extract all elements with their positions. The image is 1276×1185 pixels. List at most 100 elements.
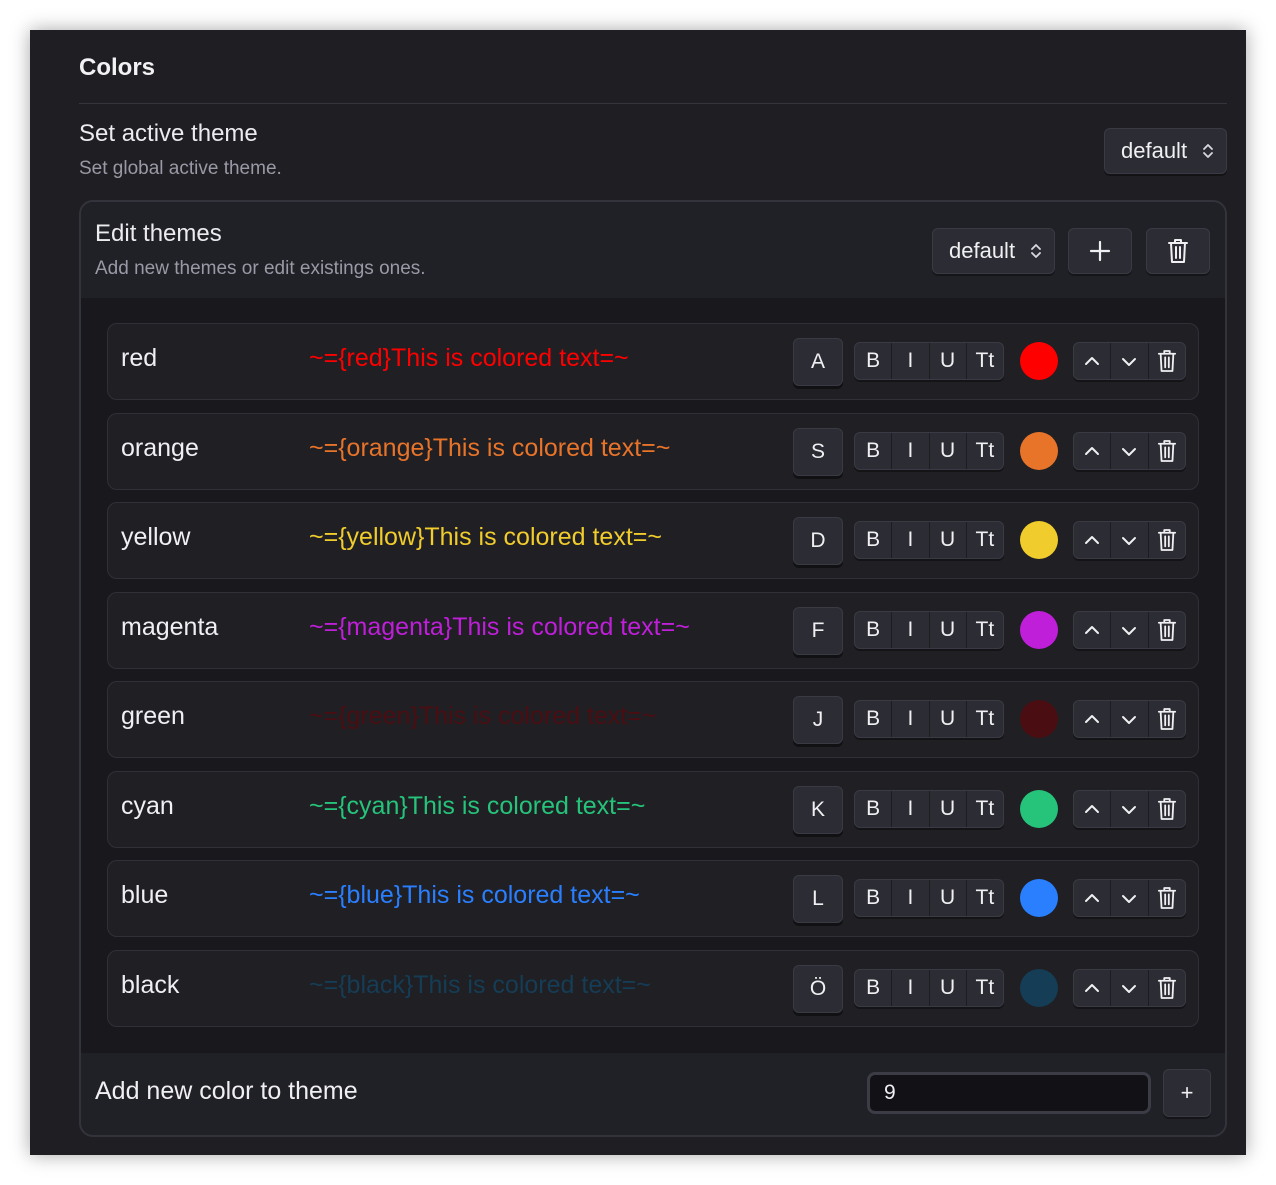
divider bbox=[79, 103, 1227, 104]
color-swatch[interactable] bbox=[1020, 432, 1058, 470]
italic-toggle[interactable]: I bbox=[892, 343, 930, 379]
underline-toggle[interactable]: U bbox=[930, 701, 967, 737]
bold-toggle[interactable]: B bbox=[855, 612, 893, 648]
color-sample-text: ~={orange}This is colored text=~ bbox=[309, 434, 671, 462]
underline-toggle[interactable]: U bbox=[930, 880, 967, 916]
color-swatch[interactable] bbox=[1020, 342, 1058, 380]
move-up-button[interactable] bbox=[1074, 701, 1112, 737]
move-up-button[interactable] bbox=[1074, 791, 1112, 827]
delete-color-button[interactable] bbox=[1149, 433, 1185, 469]
underline-toggle[interactable]: U bbox=[930, 970, 967, 1006]
edit-theme-select[interactable]: default bbox=[932, 228, 1055, 274]
move-down-button[interactable] bbox=[1111, 701, 1149, 737]
delete-color-button[interactable] bbox=[1149, 880, 1185, 916]
bold-toggle[interactable]: B bbox=[855, 522, 893, 558]
shortcut-key-button[interactable]: Ö bbox=[793, 965, 843, 1013]
text-size-toggle[interactable]: Tt bbox=[967, 970, 1003, 1006]
move-down-button[interactable] bbox=[1111, 880, 1149, 916]
bold-toggle[interactable]: B bbox=[855, 343, 893, 379]
shortcut-key-button[interactable]: L bbox=[793, 875, 843, 923]
bold-toggle[interactable]: B bbox=[855, 791, 893, 827]
move-up-button[interactable] bbox=[1074, 433, 1112, 469]
text-size-toggle[interactable]: Tt bbox=[967, 522, 1003, 558]
underline-toggle[interactable]: U bbox=[930, 433, 967, 469]
color-row-magenta: magenta ~={magenta}This is colored text=~… bbox=[107, 592, 1199, 669]
italic-toggle[interactable]: I bbox=[892, 522, 930, 558]
color-swatch[interactable] bbox=[1020, 790, 1058, 828]
italic-toggle[interactable]: I bbox=[892, 791, 930, 827]
color-swatch[interactable] bbox=[1020, 611, 1058, 649]
underline-toggle[interactable]: U bbox=[930, 612, 967, 648]
move-down-button[interactable] bbox=[1111, 433, 1149, 469]
color-name[interactable]: orange bbox=[121, 434, 199, 463]
bold-toggle[interactable]: B bbox=[855, 970, 893, 1006]
delete-color-button[interactable] bbox=[1149, 343, 1185, 379]
text-size-toggle[interactable]: Tt bbox=[967, 701, 1003, 737]
color-sample-text: ~={yellow}This is colored text=~ bbox=[309, 523, 662, 551]
move-up-button[interactable] bbox=[1074, 970, 1112, 1006]
text-size-toggle[interactable]: Tt bbox=[967, 433, 1003, 469]
color-row-green: green ~={green}This is colored text=~ J B I U… bbox=[107, 681, 1199, 758]
underline-toggle[interactable]: U bbox=[930, 791, 967, 827]
bold-toggle[interactable]: B bbox=[855, 701, 893, 737]
color-name[interactable]: black bbox=[121, 971, 179, 1000]
delete-color-button[interactable] bbox=[1149, 522, 1185, 558]
italic-toggle[interactable]: I bbox=[892, 701, 930, 737]
text-size-toggle[interactable]: Tt bbox=[967, 612, 1003, 648]
color-swatch[interactable] bbox=[1020, 879, 1058, 917]
shortcut-key-button[interactable]: K bbox=[793, 786, 843, 834]
shortcut-key-button[interactable]: S bbox=[793, 428, 843, 476]
delete-color-button[interactable] bbox=[1149, 701, 1185, 737]
move-down-button[interactable] bbox=[1111, 970, 1149, 1006]
format-button-group: B I U Tt bbox=[854, 700, 1004, 738]
delete-color-button[interactable] bbox=[1149, 612, 1185, 648]
color-swatch[interactable] bbox=[1020, 969, 1058, 1007]
delete-color-button[interactable] bbox=[1149, 970, 1185, 1006]
bold-toggle[interactable]: B bbox=[855, 433, 893, 469]
color-sample-text: ~={green}This is colored text=~ bbox=[309, 702, 657, 730]
chevron-down-icon bbox=[1122, 715, 1137, 724]
bold-toggle[interactable]: B bbox=[855, 880, 893, 916]
move-up-button[interactable] bbox=[1074, 343, 1112, 379]
color-name[interactable]: yellow bbox=[121, 523, 190, 552]
move-down-button[interactable] bbox=[1111, 612, 1149, 648]
underline-toggle[interactable]: U bbox=[930, 522, 967, 558]
text-size-toggle[interactable]: Tt bbox=[967, 880, 1003, 916]
color-row-black: black ~={black}This is colored text=~ Ö B I U… bbox=[107, 950, 1199, 1027]
new-color-input[interactable] bbox=[867, 1072, 1151, 1114]
chevron-down-icon bbox=[1122, 805, 1137, 814]
move-down-button[interactable] bbox=[1111, 343, 1149, 379]
move-up-button[interactable] bbox=[1074, 612, 1112, 648]
format-button-group: B I U Tt bbox=[854, 432, 1004, 470]
underline-toggle[interactable]: U bbox=[930, 343, 967, 379]
add-theme-button[interactable] bbox=[1068, 228, 1132, 274]
colors-settings-panel: Colors Set active theme Set global activ… bbox=[30, 30, 1246, 1155]
italic-toggle[interactable]: I bbox=[892, 612, 930, 648]
move-up-button[interactable] bbox=[1074, 880, 1112, 916]
delete-color-button[interactable] bbox=[1149, 791, 1185, 827]
trash-icon bbox=[1157, 350, 1176, 372]
move-down-button[interactable] bbox=[1111, 791, 1149, 827]
text-size-toggle[interactable]: Tt bbox=[967, 343, 1003, 379]
shortcut-key-button[interactable]: A bbox=[793, 338, 843, 386]
delete-theme-button[interactable] bbox=[1146, 228, 1210, 274]
row-actions-group bbox=[1073, 790, 1186, 828]
shortcut-key-button[interactable]: D bbox=[793, 517, 843, 565]
italic-toggle[interactable]: I bbox=[892, 970, 930, 1006]
italic-toggle[interactable]: I bbox=[892, 880, 930, 916]
color-name[interactable]: cyan bbox=[121, 792, 174, 821]
active-theme-select[interactable]: default bbox=[1104, 128, 1227, 174]
color-swatch[interactable] bbox=[1020, 700, 1058, 738]
move-down-button[interactable] bbox=[1111, 522, 1149, 558]
color-name[interactable]: red bbox=[121, 344, 157, 373]
color-swatch[interactable] bbox=[1020, 521, 1058, 559]
italic-toggle[interactable]: I bbox=[892, 433, 930, 469]
move-up-button[interactable] bbox=[1074, 522, 1112, 558]
shortcut-key-button[interactable]: J bbox=[793, 696, 843, 744]
shortcut-key-button[interactable]: F bbox=[793, 607, 843, 655]
add-color-button[interactable]: + bbox=[1163, 1069, 1211, 1117]
color-name[interactable]: green bbox=[121, 702, 185, 731]
text-size-toggle[interactable]: Tt bbox=[967, 791, 1003, 827]
color-name[interactable]: magenta bbox=[121, 613, 218, 642]
color-name[interactable]: blue bbox=[121, 881, 168, 910]
